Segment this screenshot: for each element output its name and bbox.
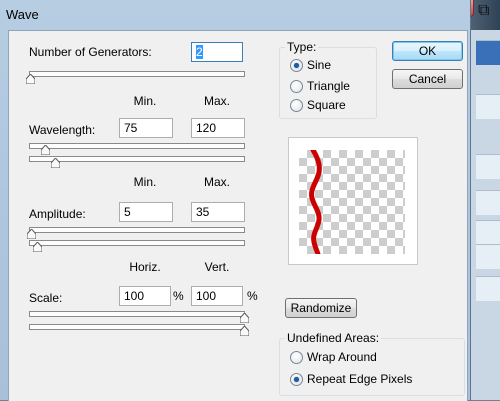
amplitude-min-slider[interactable]	[29, 227, 245, 233]
scale-vert-slider[interactable]	[29, 324, 245, 330]
wrap-around-label[interactable]: Wrap Around	[307, 350, 377, 364]
scale-horiz-slider[interactable]	[29, 311, 245, 317]
amplitude-max-input[interactable]: 35	[191, 202, 245, 222]
background-row	[476, 154, 500, 179]
background-row	[476, 276, 500, 301]
type-square-label[interactable]: Square	[307, 98, 346, 112]
type-group-title: Type:	[285, 40, 319, 54]
amplitude-min-input[interactable]: 5	[119, 202, 173, 222]
wavelength-label: Wavelength:	[29, 123, 96, 137]
randomize-button[interactable]: Randomize	[285, 298, 357, 318]
wavelength-min-header: Min.	[133, 94, 157, 108]
wavelength-max-input[interactable]: 120	[191, 118, 245, 138]
type-sine-radio[interactable]	[290, 59, 303, 72]
amplitude-max-slider-thumb[interactable]	[33, 242, 42, 252]
overlap-icon: ⧉	[478, 2, 490, 19]
repeat-edge-pixels-label[interactable]: Repeat Edge Pixels	[307, 372, 412, 386]
type-triangle-radio[interactable]	[290, 80, 303, 93]
repeat-edge-pixels-radio[interactable]	[290, 373, 303, 386]
background-row	[476, 190, 500, 215]
type-sine-label[interactable]: Sine	[307, 58, 331, 72]
generators-slider-thumb[interactable]	[26, 74, 35, 84]
type-square-radio[interactable]	[290, 99, 303, 112]
ok-button[interactable]: OK	[392, 41, 463, 61]
amplitude-min-header: Min.	[133, 175, 157, 189]
wavelength-max-header: Max.	[203, 94, 230, 108]
wave-preview	[288, 137, 418, 265]
amplitude-label: Amplitude:	[29, 207, 86, 221]
scale-label: Scale:	[29, 291, 63, 305]
amplitude-max-header: Max.	[203, 175, 230, 189]
dialog-client-area: Number of Generators: 2 Min. Max. Wavele…	[8, 30, 468, 401]
cancel-button[interactable]: Cancel	[392, 69, 463, 89]
generators-label: Number of Generators:	[29, 45, 152, 59]
transparency-grid	[299, 150, 405, 254]
generators-input[interactable]: 2	[191, 42, 243, 62]
undefined-areas-title: Undefined Areas:	[285, 331, 382, 345]
scale-vert-slider-thumb[interactable]	[240, 326, 249, 336]
wave-stroke	[309, 150, 322, 254]
scale-vert-unit: %	[247, 289, 258, 303]
scale-horiz-slider-thumb[interactable]	[240, 313, 249, 323]
wavelength-min-slider[interactable]	[29, 143, 245, 149]
wavelength-min-input[interactable]: 75	[119, 118, 173, 138]
generators-value: 2	[196, 45, 203, 59]
scale-horiz-input[interactable]: 100	[119, 286, 171, 306]
wrap-around-radio[interactable]	[290, 351, 303, 364]
scale-vert-input[interactable]: 100	[191, 286, 243, 306]
wavelength-max-slider-thumb[interactable]	[51, 158, 60, 168]
amplitude-min-slider-thumb[interactable]	[27, 229, 36, 239]
background-row	[476, 244, 500, 269]
background-panel	[470, 30, 500, 400]
wavelength-min-slider-thumb[interactable]	[41, 145, 50, 155]
background-row	[476, 220, 500, 245]
dialog-title: Wave	[6, 7, 39, 22]
scale-horiz-unit: %	[173, 289, 184, 303]
generators-slider[interactable]	[29, 71, 245, 77]
type-triangle-label[interactable]: Triangle	[307, 79, 350, 93]
scale-horiz-header: Horiz.	[129, 260, 161, 274]
scale-vert-header: Vert.	[204, 260, 230, 274]
undefined-areas-group	[279, 338, 465, 396]
background-row	[476, 40, 500, 65]
wave-dialog: Wave Number of Generators: 2 Min. Max. W…	[0, 0, 471, 401]
background-row	[476, 94, 500, 119]
wavelength-max-slider[interactable]	[29, 156, 245, 162]
amplitude-max-slider[interactable]	[29, 240, 245, 246]
